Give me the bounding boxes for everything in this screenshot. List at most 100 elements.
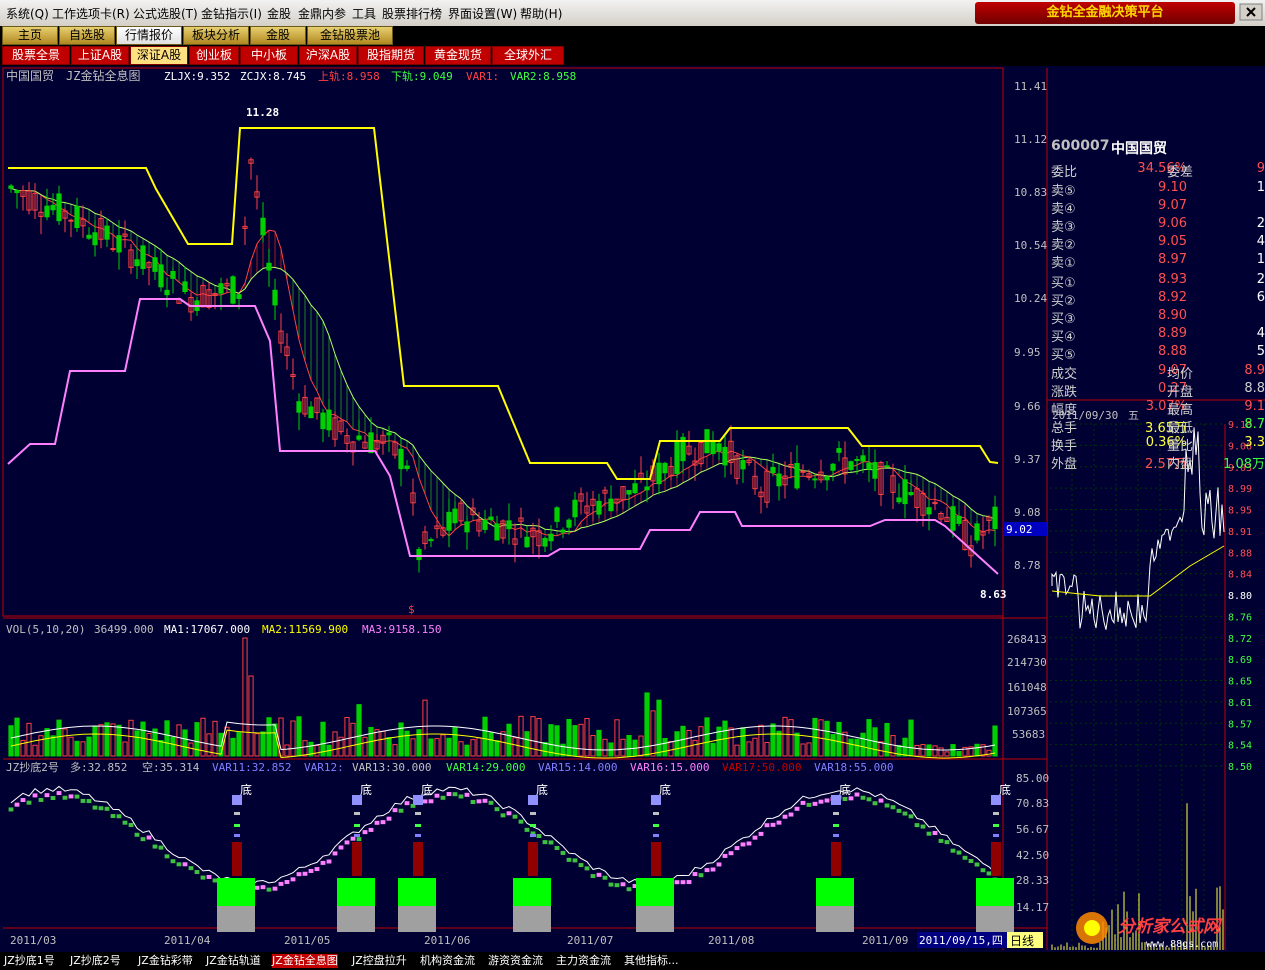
indicator-bar <box>80 798 86 803</box>
volume-bar <box>380 730 386 757</box>
tab-indicator-6[interactable]: JZ控盘拉升 <box>352 954 407 968</box>
tab-home[interactable]: 主页 <box>2 26 58 45</box>
main-ytick: 9.08 <box>1014 506 1041 519</box>
indicator-bar <box>38 797 44 802</box>
tab-watchlist[interactable]: 自选股 <box>59 26 115 45</box>
indicator-bar <box>878 798 884 803</box>
intraday-ytick: 8.95 <box>1228 506 1252 517</box>
ask-row[interactable]: 卖④ 9.07 <box>1049 198 1265 217</box>
bid-row[interactable]: 买① 8.93 2 <box>1049 272 1265 291</box>
volume-bar <box>26 722 32 757</box>
signal-tick <box>354 824 360 827</box>
menu-workspace[interactable]: 工作选项卡(R) <box>52 5 130 22</box>
candle <box>494 523 500 541</box>
indicator-bar <box>524 827 530 832</box>
candle <box>992 506 998 530</box>
volume-bar <box>242 637 248 757</box>
tab-indicator-4[interactable]: JZ金钻轨道 <box>206 954 261 968</box>
candle <box>674 441 680 475</box>
indicator-bar <box>134 832 140 837</box>
candle <box>44 205 50 218</box>
tab-forex[interactable]: 全球外汇 <box>492 46 564 65</box>
menu-layout[interactable]: 界面设置(W) <box>448 5 517 22</box>
tab-indicator-7[interactable]: 机构资金流 <box>420 954 475 968</box>
tab-indicator-9[interactable]: 主力资金流 <box>556 954 611 968</box>
menu-tools[interactable]: 工具 <box>352 5 376 22</box>
menu-indicator[interactable]: 金钻指示(I) <box>201 5 262 22</box>
candle <box>8 185 14 189</box>
menu-help[interactable]: 帮助(H) <box>520 5 562 22</box>
tab-indicator-more[interactable]: 其他指标... <box>624 954 679 968</box>
volume-bar <box>926 744 932 757</box>
tab-sz-a[interactable]: 深证A股 <box>130 46 188 65</box>
ind-header-2: 空:35.314 <box>142 760 200 774</box>
menu-system[interactable]: 系统(Q) <box>6 5 49 22</box>
menu-formula[interactable]: 公式选股(T) <box>133 5 198 22</box>
menu-insider[interactable]: 金鼎内参 <box>298 5 346 22</box>
tab-chinext[interactable]: 创业板 <box>189 46 239 65</box>
indicator-bar <box>710 867 716 872</box>
quote-row-price: 9.06 <box>1158 216 1187 231</box>
weicha-label: 委差 <box>1167 165 1194 180</box>
indicator-bar <box>908 814 914 819</box>
period-label[interactable]: 日线 <box>1010 934 1034 948</box>
bid-row[interactable]: 买② 8.92 6 <box>1049 290 1265 309</box>
indicator-bar <box>62 795 68 800</box>
tab-stock-pool[interactable]: 金钻股票池 <box>307 26 393 45</box>
volume-bar <box>236 732 242 757</box>
candle <box>236 294 242 299</box>
ask-row[interactable]: 卖⑤ 9.10 1 <box>1049 180 1265 199</box>
volume-bar <box>104 722 110 757</box>
bid-row[interactable]: 买④ 8.89 4 <box>1049 326 1265 345</box>
ask-row[interactable]: 卖① 8.97 1 <box>1049 252 1265 271</box>
tab-gold-spot[interactable]: 黄金现货 <box>425 46 491 65</box>
tab-hs-a[interactable]: 沪深A股 <box>299 46 357 65</box>
tab-sectors[interactable]: 板块分析 <box>183 26 249 45</box>
candle <box>416 548 422 561</box>
menu-jingu[interactable]: 金股 <box>267 5 291 22</box>
stat-label: 幅度 <box>1051 403 1078 418</box>
indicator-bar <box>404 801 410 806</box>
signal-box <box>217 906 255 932</box>
menu-ranking[interactable]: 股票排行榜 <box>382 5 442 22</box>
tab-indicator-1[interactable]: JZ抄底1号 <box>4 954 55 968</box>
signal-bar <box>991 842 1001 876</box>
indicator-bar <box>914 823 920 828</box>
tab-sh-a[interactable]: 上证A股 <box>71 46 129 65</box>
ask-row[interactable]: 卖③ 9.06 2 <box>1049 216 1265 235</box>
tab-indicator-3[interactable]: JZ金钻彩带 <box>138 954 193 968</box>
tab-quotes[interactable]: 行情报价 <box>116 26 182 45</box>
indicator-bar <box>350 836 356 841</box>
indicator-bar <box>278 881 284 886</box>
indicator-bar <box>854 792 860 797</box>
tab-jingu[interactable]: 金股 <box>250 26 306 45</box>
tab-sme[interactable]: 中小板 <box>240 46 298 65</box>
volume-bar <box>974 743 980 757</box>
tab-indicator-2[interactable]: JZ抄底2号 <box>70 954 121 968</box>
tab-indicator-5[interactable]: JZ金钻全息图 <box>272 954 338 968</box>
candle <box>170 270 176 279</box>
tab-index-futures[interactable]: 股指期货 <box>358 46 424 65</box>
tab-market-overview[interactable]: 股票全景 <box>2 46 70 65</box>
indicator-bar <box>464 792 470 797</box>
tab-indicator-8[interactable]: 游资资金流 <box>488 954 543 968</box>
indicator-bar <box>752 835 758 840</box>
ask-row[interactable]: 卖② 9.05 4 <box>1049 234 1265 253</box>
indicator-bar <box>284 879 290 884</box>
indicator-bar <box>800 800 806 805</box>
indicator-bar <box>20 798 26 803</box>
bid-row[interactable]: 买⑤ 8.88 5 <box>1049 344 1265 363</box>
candle <box>902 479 908 505</box>
quote-row-price: 8.92 <box>1158 290 1187 305</box>
signal-box <box>217 878 255 906</box>
signal-tick <box>833 812 839 815</box>
main-param-2: 上轨:8.958 <box>318 69 380 83</box>
volume-bar <box>512 737 518 757</box>
indicator-bar <box>764 823 770 828</box>
indicator-bar <box>548 840 554 845</box>
close-icon[interactable] <box>1239 3 1263 21</box>
quote-row-vol: 2 <box>1256 216 1265 231</box>
indicator-bar <box>602 875 608 880</box>
bid-row[interactable]: 买③ 8.90 <box>1049 308 1265 327</box>
volume-bar <box>668 741 674 757</box>
